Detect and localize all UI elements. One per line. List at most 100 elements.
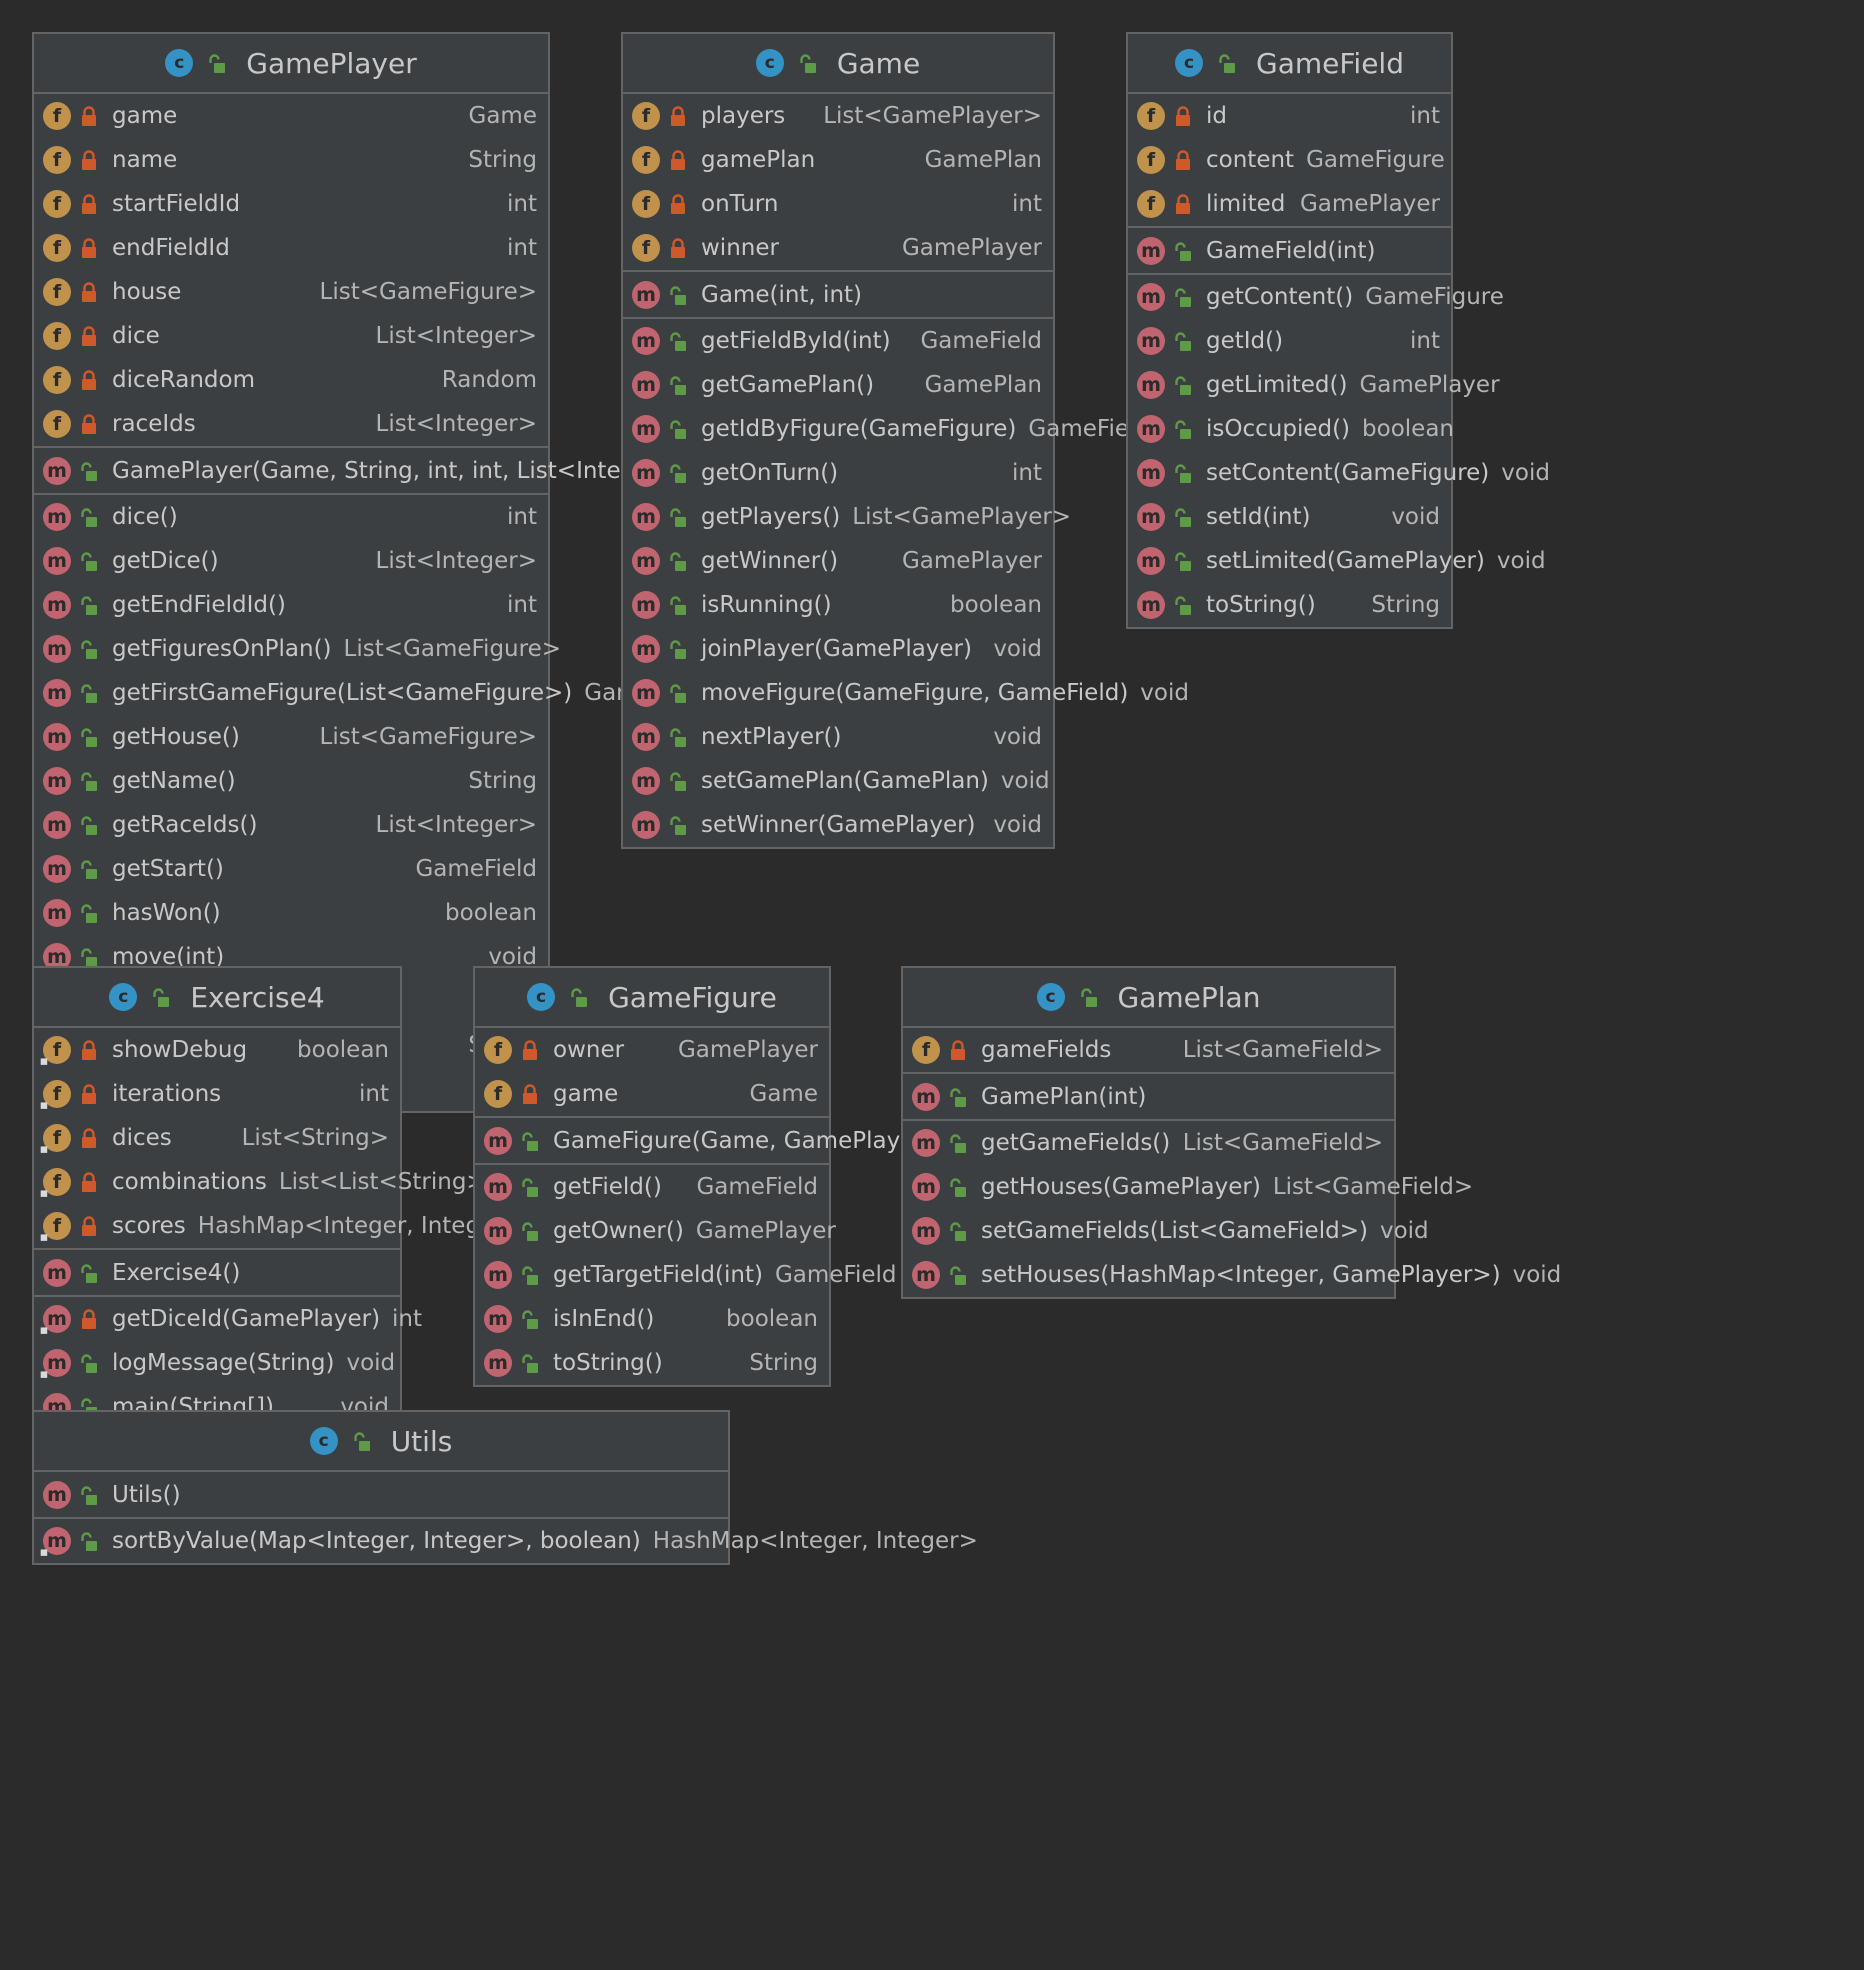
public-unlock-icon [71,726,98,748]
constructor-row[interactable]: m GameField(int) [1128,228,1451,273]
field-row[interactable]: f name String [34,138,548,182]
method-row[interactable]: m getName() String [34,759,548,803]
method-row[interactable]: m nextPlayer() void [623,715,1053,759]
field-row[interactable]: f dice List<Integer> [34,314,548,358]
method-row[interactable]: m getDice() List<Integer> [34,539,548,583]
method-icon: m [43,679,71,707]
field-row[interactable]: f raceIds List<Integer> [34,402,548,446]
field-row[interactable]: f endFieldId int [34,226,548,270]
method-icon: m [632,415,660,443]
method-row[interactable]: mgetFirstGameFigure(List<GameFigure>)Gam… [34,671,723,715]
method-row[interactable]: m moveFigure(GameFigure, GameField) void [623,671,1189,715]
class-box-utils[interactable]: c Utils m Utils() m ◆ sortByValue(Map<Integer,… [32,1410,978,1565]
public-unlock-icon [660,682,687,704]
constructor-row[interactable]: m GamePlan(int) [903,1074,1394,1119]
method-row[interactable]: m ◆ sortByValue(Map<Integer, Integer>, boo… [34,1519,978,1563]
field-row[interactable]: f gamePlan GamePlan [623,138,1053,182]
field-row[interactable]: f id int [1128,94,1451,138]
field-icon: f [43,322,71,350]
method-row[interactable]: m dice() int [34,495,548,539]
class-box-game[interactable]: c Game f players List<GamePlayer> f gamePlan Ga… [621,32,1189,849]
method-row[interactable]: m getId() int [1128,319,1451,363]
method-row[interactable]: m getPlayers() List<GamePlayer> [623,495,1071,539]
public-unlock-icon [71,814,98,836]
field-row[interactable]: f ◆ showDebug boolean [34,1028,400,1072]
method-row[interactable]: m setGamePlan(GamePlan) void [623,759,1053,803]
method-row[interactable]: m toString() String [1128,583,1451,627]
method-row[interactable]: m getLimited() GamePlayer [1128,363,1500,407]
method-row[interactable]: m isRunning() boolean [623,583,1053,627]
method-row[interactable]: m getGameFields() List<GameField> [903,1121,1394,1165]
method-row[interactable]: m ◆ logMessage(String) void [34,1341,400,1385]
method-row[interactable]: m getGamePlan() GamePlan [623,363,1053,407]
field-icon: f [632,146,660,174]
class-box-gameplan[interactable]: c GamePlan f gameFields List<GameField> m Game… [901,966,1561,1299]
method-row[interactable]: m ◆ getDiceId(GamePlayer) int [34,1297,422,1341]
method-row[interactable]: m setHouses(HashMap<Integer, GamePlayer>)… [903,1253,1561,1297]
method-row[interactable]: m toString() String [475,1341,829,1385]
private-lock-icon [71,1171,98,1193]
class-icon: c [1175,49,1203,77]
method-row[interactable]: m getTargetField(int) GameField [475,1253,897,1297]
method-row[interactable]: m getFieldById(int) GameField [623,319,1053,363]
method-row[interactable]: m joinPlayer(GamePlayer) void [623,627,1053,671]
method-row[interactable]: m getHouses(GamePlayer) List<GameField> [903,1165,1473,1209]
field-row[interactable]: f game Game [34,94,548,138]
member-type: int [1410,103,1440,129]
field-row[interactable]: f startFieldId int [34,182,548,226]
field-row[interactable]: f house List<GameFigure> [34,270,548,314]
method-row[interactable]: m getContent() GameFigure [1128,275,1504,319]
member-type: void [1512,1262,1562,1288]
field-row[interactable]: f onTurn int [623,182,1053,226]
field-row[interactable]: f content GameFigure [1128,138,1451,182]
method-row[interactable]: m getStart() GameField [34,847,548,891]
field-row[interactable]: f game Game [475,1072,829,1116]
field-row[interactable]: f limited GamePlayer [1128,182,1451,226]
member-name: setId(int) [1206,504,1311,530]
field-row[interactable]: f ◆ scores HashMap<Integer, Integer> [34,1204,523,1248]
method-row[interactable]: m getOnTurn() int [623,451,1053,495]
method-row[interactable]: m getField() GameField [475,1165,829,1209]
method-row[interactable]: m setContent(GameFigure) void [1128,451,1550,495]
method-row[interactable]: m hasWon() boolean [34,891,548,935]
constructor-row[interactable]: m GameFigure(Game, GamePlayer) [475,1118,933,1163]
public-unlock-icon [1165,374,1192,396]
member-type: List<Integer> [375,812,537,838]
method-row[interactable]: m getIdByFigure(GameFigure) GameField [623,407,1150,451]
method-row[interactable]: m setWinner(GamePlayer) void [623,803,1053,847]
constructor-row[interactable]: m Exercise4() [34,1250,400,1295]
method-row[interactable]: m getHouse() List<GameFigure> [34,715,548,759]
field-row[interactable]: f gameFields List<GameField> [903,1028,1394,1072]
member-name: Game(int, int) [701,281,863,308]
class-box-gamefield[interactable]: c GameField f id int f content GameFigure f limit… [1126,32,1550,629]
member-type: List<String> [241,1125,389,1151]
field-row[interactable]: f ◆ iterations int [34,1072,400,1116]
method-row[interactable]: m isInEnd() boolean [475,1297,829,1341]
field-row[interactable]: f ◆ combinations List<List<String>> [34,1160,505,1204]
field-row[interactable]: f winner GamePlayer [623,226,1053,270]
class-box-gamefigure[interactable]: c GameFigure f owner GamePlayer f game Game m Gam… [473,966,933,1387]
method-row[interactable]: m getRaceIds() List<Integer> [34,803,548,847]
field-row[interactable]: f players List<GamePlayer> [623,94,1053,138]
member-name: sortByValue(Map<Integer, Integer>, boole… [112,1528,641,1554]
method-icon: m [43,635,71,663]
method-row[interactable]: m setGameFields(List<GameField>) void [903,1209,1429,1253]
method-row[interactable]: m getWinner() GamePlayer [623,539,1053,583]
field-row[interactable]: f owner GamePlayer [475,1028,829,1072]
method-row[interactable]: m getOwner() GamePlayer [475,1209,836,1253]
member-type: GameFigure [1306,147,1445,173]
class-box-exercise4[interactable]: c Exercise4 f ◆ showDebug boolean f ◆ iterations… [32,966,523,1431]
class-box-gameplayer[interactable]: c GamePlayer f game Game f name String f startFie… [32,32,723,1113]
member-type: List<GameField> [1182,1130,1383,1156]
constructor-row[interactable]: m Game(int, int) [623,272,1053,317]
constructor-row[interactable]: m Utils() [34,1472,728,1517]
method-row[interactable]: m setId(int) void [1128,495,1451,539]
member-type: boolean [297,1037,389,1063]
field-row[interactable]: f ◆ dices List<String> [34,1116,400,1160]
constructor-row[interactable]: m GamePlayer(Game, String, int, int, List… [34,448,687,493]
method-row[interactable]: m setLimited(GamePlayer) void [1128,539,1546,583]
method-row[interactable]: m getFiguresOnPlan() List<GameFigure> [34,627,561,671]
field-row[interactable]: f diceRandom Random [34,358,548,402]
method-row[interactable]: m isOccupied() boolean [1128,407,1454,451]
method-row[interactable]: m getEndFieldId() int [34,583,548,627]
